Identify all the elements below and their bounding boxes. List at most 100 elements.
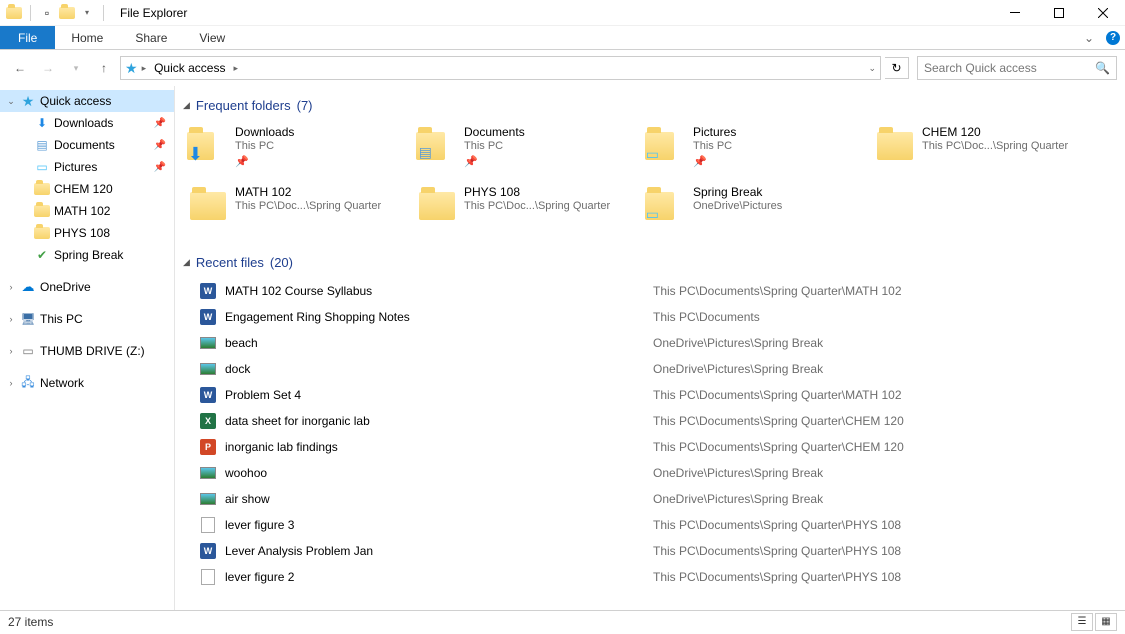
recent-file-row[interactable]: air showOneDrive\Pictures\Spring Break xyxy=(183,486,1113,512)
tab-share[interactable]: Share xyxy=(119,26,183,49)
sidebar-network[interactable]: › 🖧 Network xyxy=(0,372,174,394)
sidebar-item[interactable]: PHYS 108 xyxy=(0,222,174,244)
folder-icon xyxy=(34,225,50,241)
folder-name: Documents xyxy=(464,125,525,139)
sidebar-item[interactable]: ▤Documents📌 xyxy=(0,134,174,156)
word-icon: W xyxy=(200,309,216,325)
sidebar-label: OneDrive xyxy=(40,280,91,294)
word-icon: W xyxy=(200,543,216,559)
recent-file-row[interactable]: WMATH 102 Course SyllabusThis PC\Documen… xyxy=(183,278,1113,304)
file-name: Engagement Ring Shopping Notes xyxy=(225,310,645,324)
sidebar-onedrive[interactable]: › ☁ OneDrive xyxy=(0,276,174,298)
section-label: Recent files xyxy=(196,255,264,270)
sidebar-item[interactable]: ⬇Downloads📌 xyxy=(0,112,174,134)
file-path: OneDrive\Pictures\Spring Break xyxy=(653,466,823,480)
folder-icon: ✔ xyxy=(34,247,50,263)
up-button[interactable]: ↑ xyxy=(92,56,116,80)
frequent-folder-tile[interactable]: CHEM 120This PC\Doc...\Spring Quarter xyxy=(870,121,1095,179)
folder-icon xyxy=(34,203,50,219)
file-name: inorganic lab findings xyxy=(225,440,645,454)
recent-file-row[interactable]: WLever Analysis Problem JanThis PC\Docum… xyxy=(183,538,1113,564)
frequent-folder-tile[interactable]: ⬇DownloadsThis PC📌 xyxy=(183,121,408,179)
frequent-folders-header[interactable]: ◢ Frequent folders (7) xyxy=(183,98,1113,113)
frequent-folder-tile[interactable]: ▤DocumentsThis PC📌 xyxy=(412,121,637,179)
details-view-button[interactable]: ☰ xyxy=(1071,613,1093,631)
qat-properties-icon[interactable]: ▫ xyxy=(39,5,55,21)
sidebar-thumb-drive[interactable]: › ▭ THUMB DRIVE (Z:) xyxy=(0,340,174,362)
ribbon-collapse-icon[interactable]: ⌄ xyxy=(1077,26,1101,49)
crumb-separator-icon[interactable]: ▸ xyxy=(233,63,238,74)
sidebar-quick-access[interactable]: ⌄ ★ Quick access xyxy=(0,90,174,112)
breadcrumb-root[interactable]: Quick access xyxy=(150,61,229,75)
file-icon xyxy=(201,517,215,533)
file-path: This PC\Documents\Spring Quarter\PHYS 10… xyxy=(653,570,901,584)
recent-file-row[interactable]: WProblem Set 4This PC\Documents\Spring Q… xyxy=(183,382,1113,408)
folder-icon: ▭ xyxy=(645,185,687,227)
sidebar-this-pc[interactable]: › 🖥 This PC xyxy=(0,308,174,330)
sidebar-item[interactable]: ▭Pictures📌 xyxy=(0,156,174,178)
recent-file-row[interactable]: Xdata sheet for inorganic labThis PC\Doc… xyxy=(183,408,1113,434)
folder-path: This PC\Doc...\Spring Quarter xyxy=(464,200,610,212)
powerpoint-icon: P xyxy=(200,439,216,455)
folder-icon xyxy=(34,181,50,197)
address-bar[interactable]: ★ ▸ Quick access ▸ ⌄ xyxy=(120,56,881,80)
chevron-right-icon[interactable]: › xyxy=(6,346,16,356)
refresh-button[interactable]: ↻ xyxy=(885,57,909,79)
navigation-pane: ⌄ ★ Quick access ⬇Downloads📌▤Documents📌▭… xyxy=(0,86,175,610)
image-icon xyxy=(200,493,216,505)
file-name: MATH 102 Course Syllabus xyxy=(225,284,645,298)
pin-icon: 📌 xyxy=(154,118,166,129)
forward-button[interactable]: → xyxy=(36,56,60,80)
collapse-icon[interactable]: ◢ xyxy=(183,257,190,268)
address-dropdown-icon[interactable]: ⌄ xyxy=(868,63,876,74)
network-icon: 🖧 xyxy=(20,375,36,391)
frequent-folder-tile[interactable]: ▭Spring BreakOneDrive\Pictures xyxy=(641,181,866,239)
collapse-icon[interactable]: ◢ xyxy=(183,100,190,111)
chevron-right-icon[interactable]: › xyxy=(6,282,16,292)
file-path: This PC\Documents\Spring Quarter\PHYS 10… xyxy=(653,518,901,532)
frequent-folder-tile[interactable]: PHYS 108This PC\Doc...\Spring Quarter xyxy=(412,181,637,239)
crumb-separator-icon[interactable]: ▸ xyxy=(142,63,147,74)
recent-file-row[interactable]: lever figure 3 This PC\Documents\Spring Q… xyxy=(183,512,1113,538)
recent-file-row[interactable]: WEngagement Ring Shopping NotesThis PC\D… xyxy=(183,304,1113,330)
qat-dropdown-icon[interactable]: ▾ xyxy=(79,5,95,21)
tab-home[interactable]: Home xyxy=(55,26,119,49)
folder-name: Spring Break xyxy=(693,185,782,199)
sidebar-label: Network xyxy=(40,376,84,390)
minimize-button[interactable] xyxy=(993,0,1037,26)
maximize-button[interactable] xyxy=(1037,0,1081,26)
help-button[interactable]: ? xyxy=(1101,26,1125,49)
sidebar-item[interactable]: ✔ Spring Break xyxy=(0,244,174,266)
recent-file-row[interactable]: woohooOneDrive\Pictures\Spring Break xyxy=(183,460,1113,486)
recent-file-row[interactable]: beachOneDrive\Pictures\Spring Break xyxy=(183,330,1113,356)
section-count: (7) xyxy=(297,98,313,113)
frequent-folder-tile[interactable]: MATH 102This PC\Doc...\Spring Quarter xyxy=(183,181,408,239)
tab-view[interactable]: View xyxy=(183,26,241,49)
chevron-down-icon[interactable]: ⌄ xyxy=(6,96,16,107)
file-name: lever figure 3 xyxy=(225,518,645,532)
chevron-right-icon[interactable]: › xyxy=(6,314,16,324)
folder-name: PHYS 108 xyxy=(464,185,610,199)
word-icon: W xyxy=(200,283,216,299)
folder-icon xyxy=(874,125,916,167)
frequent-folder-tile[interactable]: ▭PicturesThis PC📌 xyxy=(641,121,866,179)
large-icons-view-button[interactable]: ▦ xyxy=(1095,613,1117,631)
sidebar-item[interactable]: CHEM 120 xyxy=(0,178,174,200)
sidebar-item-label: Documents xyxy=(54,138,115,152)
search-input[interactable]: Search Quick access 🔍 xyxy=(917,56,1117,80)
recent-file-row[interactable]: lever figure 2This PC\Documents\Spring Q… xyxy=(183,564,1113,590)
back-button[interactable]: ← xyxy=(8,56,32,80)
recent-locations-button[interactable]: ▾ xyxy=(64,56,88,80)
recent-file-row[interactable]: dockOneDrive\Pictures\Spring Break xyxy=(183,356,1113,382)
tab-file[interactable]: File xyxy=(0,26,55,49)
sidebar-item[interactable]: MATH 102 xyxy=(0,200,174,222)
sidebar-item-label: Spring Break xyxy=(54,248,123,262)
qat-newfolder-icon[interactable] xyxy=(59,5,75,21)
file-name: beach xyxy=(225,336,645,350)
chevron-right-icon[interactable]: › xyxy=(6,378,16,388)
this-pc-icon: 🖥 xyxy=(20,311,36,327)
recent-file-row[interactable]: Pinorganic lab findingsThis PC\Documents… xyxy=(183,434,1113,460)
recent-files-header[interactable]: ◢ Recent files (20) xyxy=(183,255,1113,270)
close-button[interactable] xyxy=(1081,0,1125,26)
folder-name: MATH 102 xyxy=(235,185,381,199)
